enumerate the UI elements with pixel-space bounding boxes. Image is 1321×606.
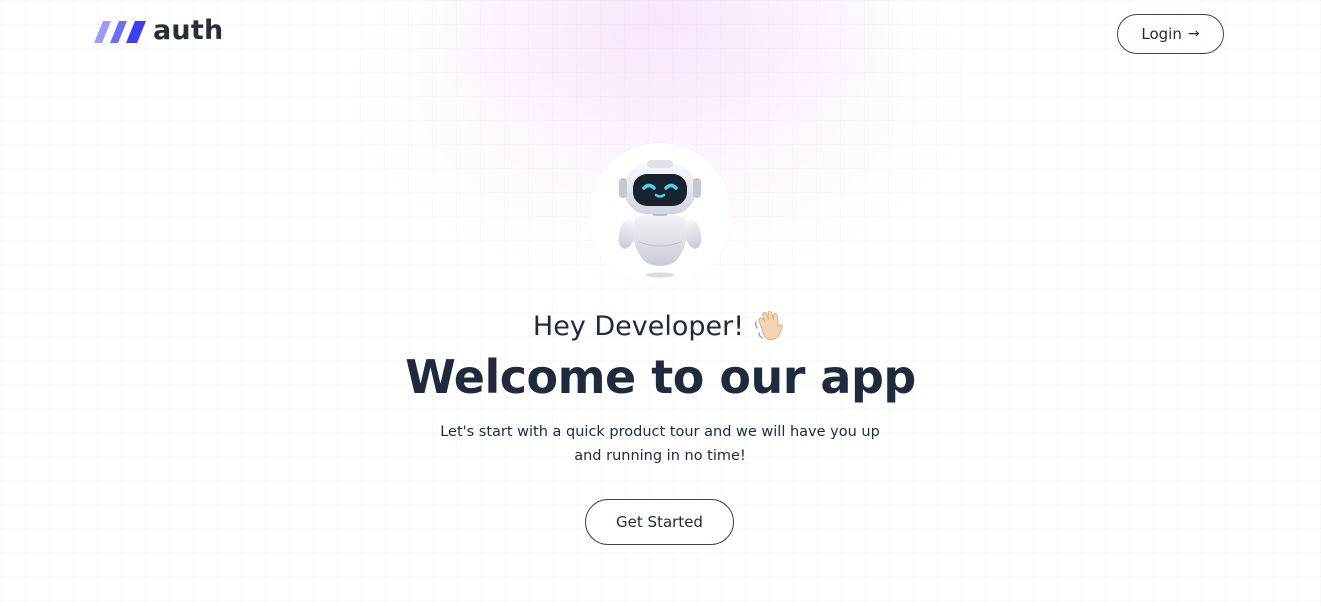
login-button[interactable]: Login → bbox=[1117, 14, 1224, 54]
brand-logo-icon bbox=[94, 21, 146, 43]
greeting: Hey Developer! bbox=[0, 308, 1321, 344]
get-started-button[interactable]: Get Started bbox=[585, 499, 734, 545]
login-button-label: Login bbox=[1141, 25, 1182, 43]
page-headline: Welcome to our app bbox=[405, 350, 916, 404]
greeting-text: Hey Developer! bbox=[532, 310, 745, 342]
brand-logo[interactable]: auth bbox=[93, 15, 224, 46]
landing-page: auth Login → Hey Developer! Welcome to o… bbox=[0, 0, 1321, 606]
waving-hand-icon bbox=[755, 310, 783, 340]
brand-name: auth bbox=[153, 15, 224, 46]
robot-avatar bbox=[588, 143, 732, 287]
robot-icon bbox=[618, 160, 702, 278]
arrow-right-icon: → bbox=[1187, 26, 1200, 42]
hero-description: Let's start with a quick product tour an… bbox=[440, 424, 880, 464]
